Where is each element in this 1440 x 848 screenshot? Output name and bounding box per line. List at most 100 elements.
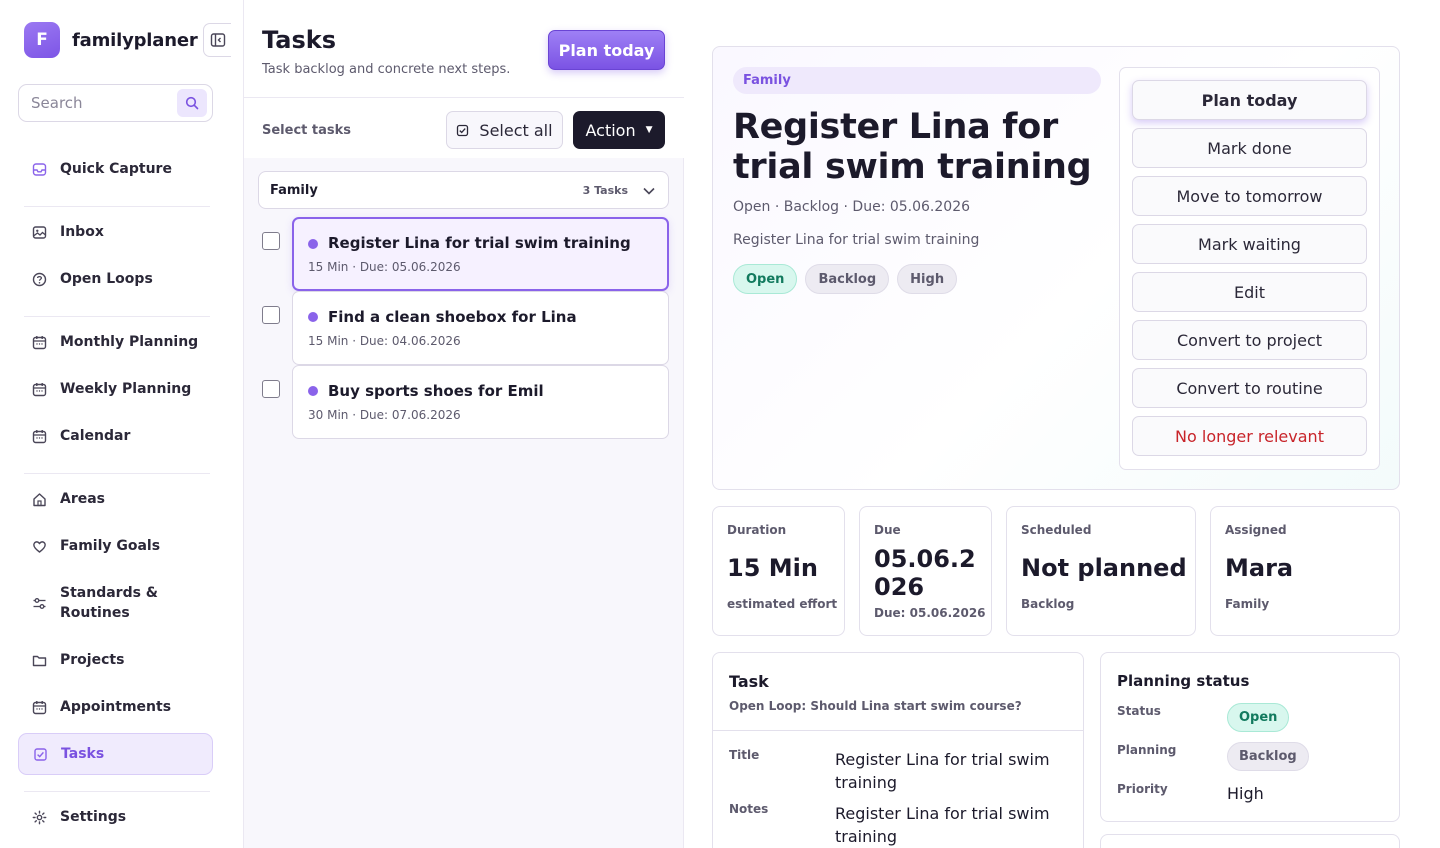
sidebar-item-label: Calendar <box>60 428 131 444</box>
task-meta: 15 Min · Due: 05.06.2026 <box>308 260 461 274</box>
sidebar-item-tasks[interactable]: Tasks <box>18 733 213 775</box>
page-title: Tasks <box>262 26 337 54</box>
task-meta: 15 Min · Due: 04.06.2026 <box>308 334 461 348</box>
sidebar-item-quick-capture[interactable]: Quick Capture <box>18 148 213 190</box>
due-stat-card: Due 05.06.2026 Due: 05.06.2026 <box>859 506 992 636</box>
stat-value: Mara <box>1225 554 1294 582</box>
sidebar-collapse-icon <box>210 33 225 47</box>
notes-key: Notes <box>729 802 769 816</box>
task-badges: Open Backlog High <box>733 264 965 294</box>
scheduled-stat-card: Scheduled Not planned Backlog <box>1006 506 1196 636</box>
app-name: familyplaner <box>72 29 198 51</box>
inbox-tray-icon <box>32 162 47 177</box>
sidebar-item-label: Appointments <box>60 699 172 715</box>
brand[interactable]: F familyplaner <box>24 22 198 58</box>
stat-label: Scheduled <box>1021 523 1092 537</box>
task-status-dot <box>308 312 318 322</box>
group-name: Family <box>270 183 318 198</box>
sidebar-divider <box>24 206 210 207</box>
task-checkbox[interactable] <box>262 306 280 324</box>
task-group-header[interactable]: Family 3 Tasks <box>258 171 669 209</box>
task-detail-title: Register Lina for trial swim training <box>733 107 1092 187</box>
convert-to-project-button[interactable]: Convert to project <box>1132 320 1367 360</box>
select-all-button[interactable]: Select all <box>446 111 563 149</box>
task-info-title: Task <box>729 672 769 691</box>
tasks-list-panel: Tasks Task backlog and concrete next ste… <box>244 0 684 848</box>
stat-value: 05.06.2026 <box>874 545 976 601</box>
sidebar-item-label: Family Goals <box>60 538 161 554</box>
heart-icon <box>32 539 47 554</box>
convert-to-routine-button[interactable]: Convert to routine <box>1132 368 1367 408</box>
task-checkbox[interactable] <box>262 232 280 250</box>
sidebar-item-inbox[interactable]: Inbox <box>18 211 213 253</box>
caret-down-icon: ▼ <box>645 125 653 135</box>
search-icon <box>185 96 199 110</box>
task-card[interactable]: Find a clean shoebox for Lina 15 Min · D… <box>292 291 669 365</box>
move-to-tomorrow-button[interactable]: Move to tomorrow <box>1132 176 1367 216</box>
calendar-icon <box>32 335 47 350</box>
sidebar-item-label: Weekly Planning <box>60 381 192 397</box>
task-title: Buy sports shoes for Emil <box>328 382 544 400</box>
stat-value: Not planned <box>1021 554 1187 582</box>
mark-done-button[interactable]: Mark done <box>1132 128 1367 168</box>
mark-waiting-button[interactable]: Mark waiting <box>1132 224 1367 264</box>
task-actions-panel: Plan today Mark done Move to tomorrow Ma… <box>1119 67 1380 470</box>
tasks-header: Tasks Task backlog and concrete next ste… <box>244 0 684 98</box>
sliders-icon <box>32 596 47 611</box>
plan-today-action-button[interactable]: Plan today <box>1132 80 1367 120</box>
planning-status-panel: Planning status Status Open Planning Bac… <box>1100 652 1400 822</box>
stat-sub: estimated effort <box>727 597 838 611</box>
sidebar-divider <box>24 473 210 474</box>
sidebar-item-standards-routines[interactable]: Standards & Routines <box>18 577 213 629</box>
sidebar-item-calendar[interactable]: Calendar <box>18 415 213 457</box>
sidebar-item-monthly-planning[interactable]: Monthly Planning <box>18 321 213 363</box>
task-card[interactable]: Register Lina for trial swim training 15… <box>292 217 669 291</box>
action-dropdown[interactable]: Action ▼ <box>573 111 665 149</box>
gear-icon <box>32 810 47 825</box>
no-longer-relevant-button[interactable]: No longer relevant <box>1132 416 1367 456</box>
selection-toolbar: Select tasks Select all Action ▼ <box>244 98 684 158</box>
task-status-dot <box>308 239 318 249</box>
sidebar-item-label: Open Loops <box>60 271 153 287</box>
sidebar: F familyplaner Quick Capture Inbox Open … <box>0 0 244 848</box>
stat-label: Duration <box>727 523 787 537</box>
chevron-down-icon <box>642 184 656 198</box>
status-key: Status <box>1117 704 1161 718</box>
sidebar-item-label: Quick Capture <box>60 161 172 177</box>
sidebar-item-label: Inbox <box>60 224 104 240</box>
assigned-stat-card: Assigned Mara Family <box>1210 506 1400 636</box>
planning-status-title: Planning status <box>1117 672 1250 690</box>
task-card[interactable]: Buy sports shoes for Emil 30 Min · Due: … <box>292 365 669 439</box>
priority-key: Priority <box>1117 782 1168 796</box>
sidebar-item-label: Monthly Planning <box>60 334 199 350</box>
sidebar-item-family-goals[interactable]: Family Goals <box>18 525 213 567</box>
planning-badge: Backlog <box>1227 742 1309 771</box>
sidebar-item-settings[interactable]: Settings <box>18 796 213 838</box>
plan-today-button[interactable]: Plan today <box>548 30 665 70</box>
sidebar-item-appointments[interactable]: Appointments <box>18 686 213 728</box>
stat-sub: Backlog <box>1021 597 1075 611</box>
edit-button[interactable]: Edit <box>1132 272 1367 312</box>
task-detail-meta: Open · Backlog · Due: 05.06.2026 <box>733 199 971 215</box>
sidebar-item-label: Standards & Routines <box>60 585 158 621</box>
checkbox-icon <box>33 747 48 762</box>
task-title: Register Lina for trial swim training <box>328 234 631 252</box>
sidebar-item-areas[interactable]: Areas <box>18 478 213 520</box>
sidebar-item-label: Areas <box>60 491 106 507</box>
stat-label: Due <box>874 523 901 537</box>
collapse-sidebar-button[interactable] <box>203 23 231 57</box>
checkbox-icon <box>456 124 469 137</box>
sidebar-item-weekly-planning[interactable]: Weekly Planning <box>18 368 213 410</box>
sidebar-divider <box>24 316 210 317</box>
sidebar-item-projects[interactable]: Projects <box>18 639 213 681</box>
status-badge: Open <box>1227 703 1290 732</box>
sidebar-item-open-loops[interactable]: Open Loops <box>18 258 213 300</box>
task-checkbox[interactable] <box>262 380 280 398</box>
calendar-icon <box>32 700 47 715</box>
sidebar-item-label: Settings <box>60 809 127 825</box>
search-button[interactable] <box>177 89 207 117</box>
task-title: Find a clean shoebox for Lina <box>328 308 577 326</box>
search-input[interactable] <box>31 94 171 112</box>
action-label: Action <box>585 120 636 140</box>
search-box <box>18 84 213 122</box>
